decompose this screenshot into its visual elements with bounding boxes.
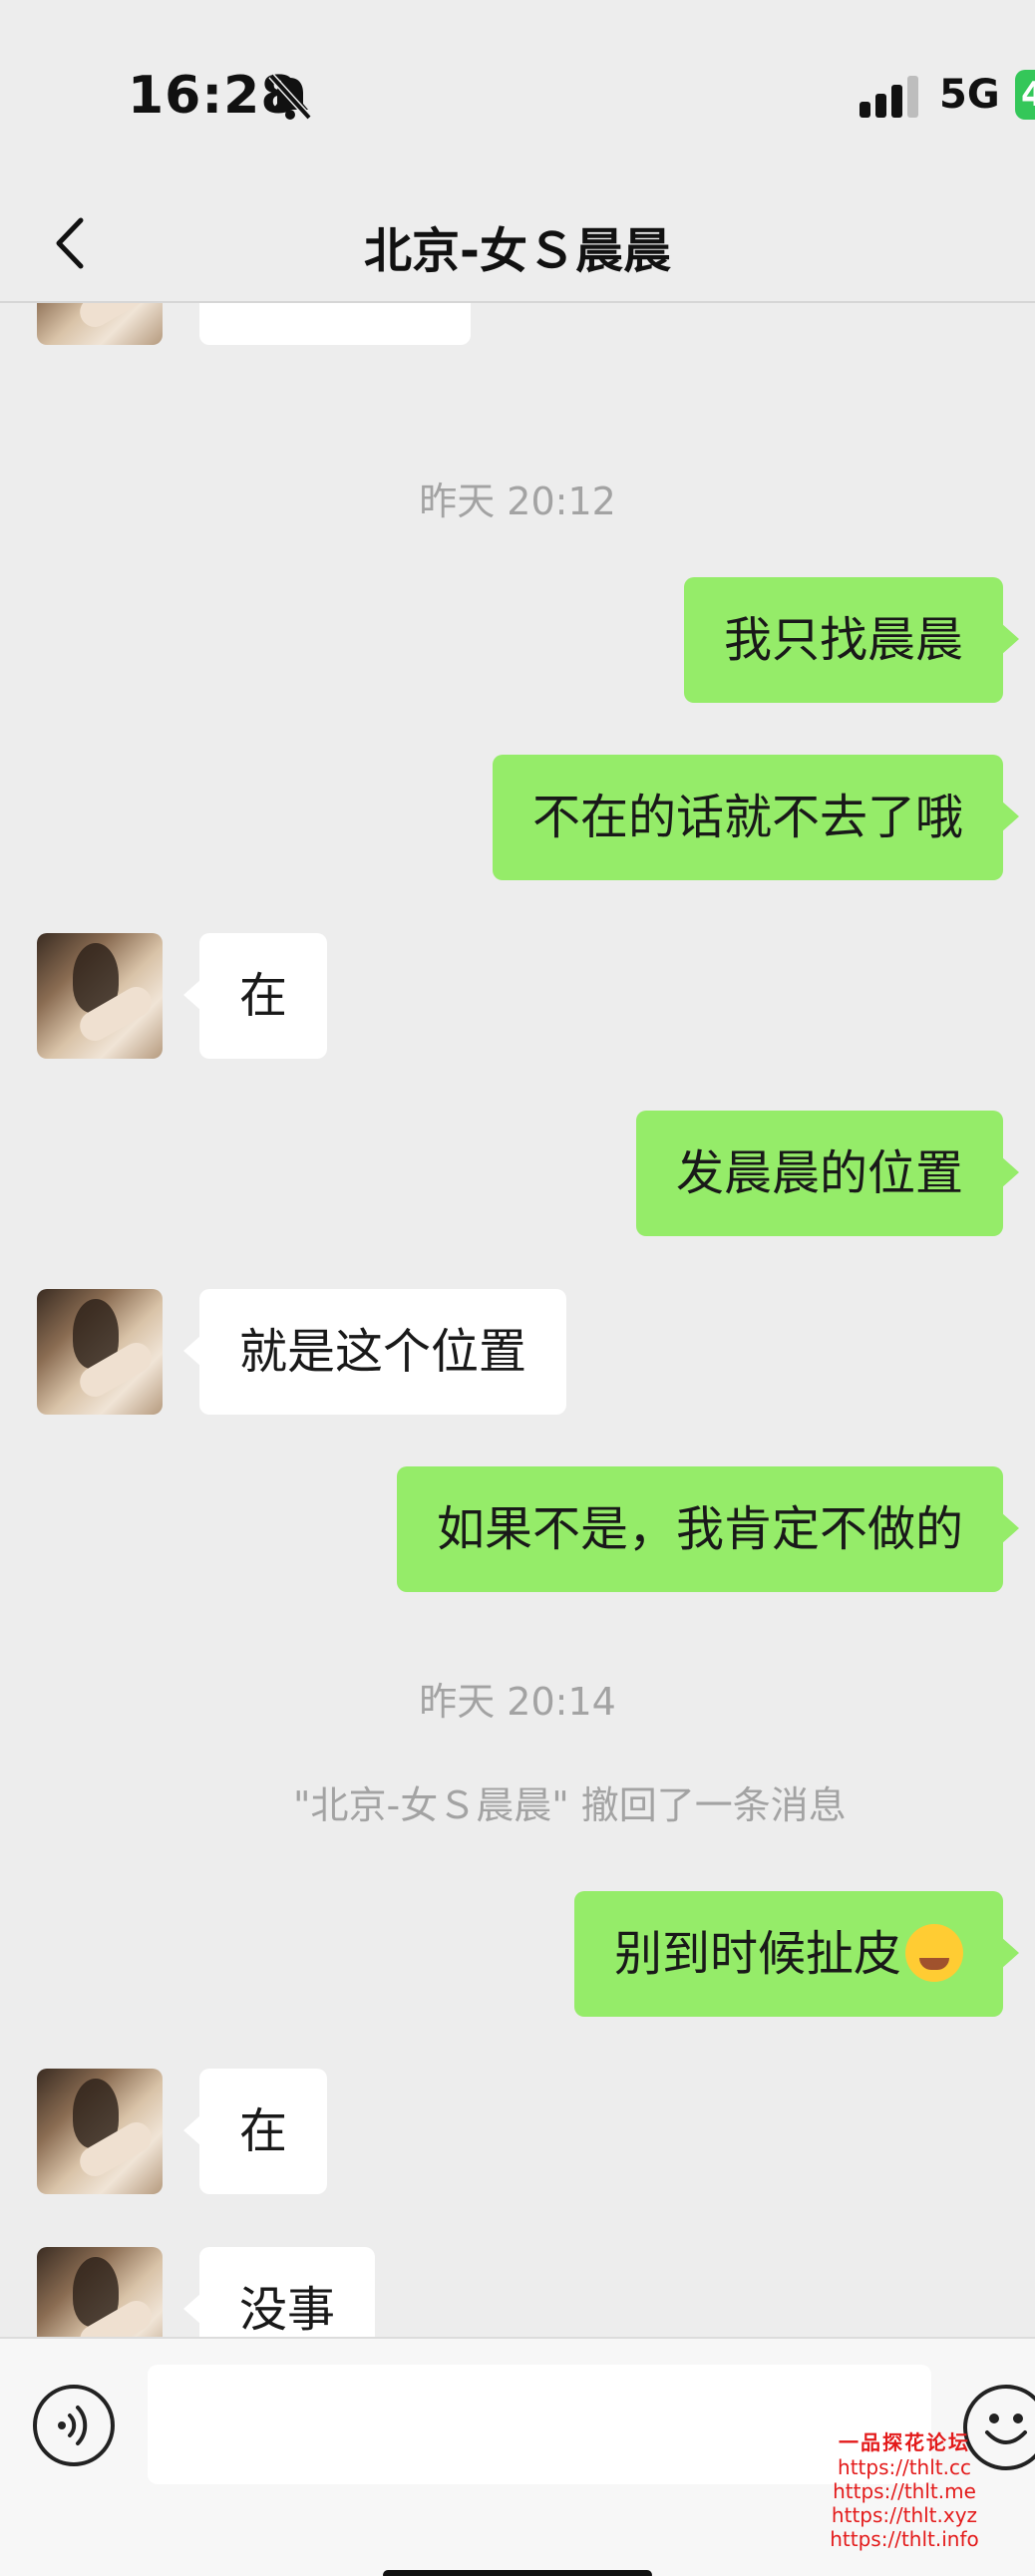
sent-message[interactable]: 我只找晨晨 xyxy=(683,577,1020,703)
input-bar: 一品探花论坛 https://thlt.cc https://thlt.me h… xyxy=(0,2337,1035,2576)
received-message[interactable]: 在 xyxy=(182,2069,328,2194)
contact-avatar[interactable] xyxy=(37,2247,163,2337)
sent-message-text: 别到时候扯皮 xyxy=(613,1926,901,1982)
sent-message[interactable]: 如果不是，我肯定不做的 xyxy=(396,1466,1020,1592)
nav-bar: 北京-女Ｓ晨晨 xyxy=(0,189,1035,301)
received-message[interactable]: 就是这个位置 xyxy=(182,1289,567,1415)
sent-message[interactable]: 别到时候扯皮 xyxy=(573,1891,1020,2017)
watermark-title: 一品探花论坛 xyxy=(839,2430,970,2454)
chat-area[interactable]: 她手法好 昨天 20:12 我只找晨晨 不在的话就不去了哦 在 发晨晨的位置 就… xyxy=(0,303,1035,2337)
received-message[interactable]: 没事 xyxy=(182,2247,376,2337)
watermark: 一品探花论坛 https://thlt.cc https://thlt.me h… xyxy=(810,2426,999,2551)
received-message[interactable]: 在 xyxy=(182,933,328,1059)
signal-icon xyxy=(860,76,921,120)
contact-avatar[interactable] xyxy=(37,1289,163,1415)
network-label: 5G xyxy=(939,72,1000,118)
chat-title: 北京-女Ｓ晨晨 xyxy=(364,223,671,279)
bell-off-icon xyxy=(267,72,313,122)
timestamp: 昨天 20:14 xyxy=(419,1680,616,1724)
timestamp: 昨天 20:12 xyxy=(419,480,616,523)
sent-message[interactable]: 不在的话就不去了哦 xyxy=(492,755,1020,880)
watermark-link: https://thlt.cc xyxy=(838,2455,971,2479)
contact-avatar[interactable] xyxy=(37,303,163,345)
battery-icon: 4 xyxy=(1015,70,1035,120)
contact-avatar[interactable] xyxy=(37,2069,163,2194)
contact-avatar[interactable] xyxy=(37,933,163,1059)
watermark-link: https://thlt.xyz xyxy=(831,2503,978,2527)
recall-notice: "北京-女Ｓ晨晨" 撤回了一条消息 xyxy=(293,1783,847,1827)
status-bar: 16:28 5G 4 xyxy=(0,0,1035,189)
received-message[interactable]: 她手法好 xyxy=(199,303,472,345)
watermark-link: https://thlt.info xyxy=(830,2527,979,2551)
voice-button[interactable] xyxy=(33,2385,115,2466)
home-indicator xyxy=(383,2570,652,2576)
face-with-tears-of-joy-icon xyxy=(905,1924,963,1982)
watermark-link: https://thlt.me xyxy=(833,2479,976,2503)
voice-icon xyxy=(58,2406,88,2445)
sent-message[interactable]: 发晨晨的位置 xyxy=(635,1111,1020,1236)
